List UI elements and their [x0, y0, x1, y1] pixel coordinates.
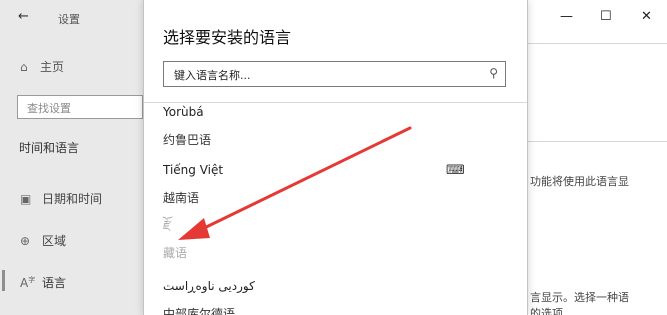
active-indicator — [2, 270, 5, 291]
language-native-name: Yorùbá — [163, 105, 204, 119]
home-icon: ⌂ — [20, 59, 28, 74]
sidebar-item-label: 主页 — [40, 60, 65, 74]
back-arrow-icon[interactable]: ← — [18, 9, 29, 24]
close-button[interactable]: ✕ — [641, 9, 652, 24]
sidebar-item-label: 日期和时间 — [42, 192, 103, 206]
speech-feature-icon: ⌨ — [446, 163, 465, 178]
divider — [528, 43, 667, 44]
sidebar-item-home[interactable]: ⌂ 主页 — [20, 58, 64, 75]
language-localized-name: 越南语 — [163, 191, 200, 205]
divider — [528, 141, 667, 142]
language-icon: A字 — [20, 276, 36, 290]
language-native-name: کوردیی ناوەڕاست — [163, 279, 255, 293]
main-partial-text: 功能将使用此语言显 — [530, 175, 629, 188]
language-native-name: རྫོ — [163, 218, 172, 232]
minimize-button[interactable]: — — [560, 9, 573, 24]
sidebar-item-language[interactable]: A字 语言 — [20, 274, 66, 291]
main-partial-text: 言显示。选择一种语 — [530, 291, 629, 304]
divider — [144, 102, 527, 103]
dialog-title: 选择要安装的语言 — [163, 28, 292, 47]
sidebar-item-label: 语言 — [42, 276, 67, 290]
main-partial-text: 的选项 — [530, 307, 563, 315]
search-icon[interactable]: ⚲ — [489, 66, 498, 80]
search-placeholder: 键入语言名称... — [174, 69, 251, 82]
language-item-yoruba[interactable]: Yorùbá 约鲁巴语 — [163, 104, 211, 148]
language-localized-name: 藏语 — [163, 246, 188, 260]
sidebar-section-title: 时间和语言 — [19, 141, 80, 155]
language-item-vietnamese[interactable]: Tiếng Việt 越南语 — [163, 162, 223, 206]
language-native-name: Tiếng Việt — [163, 163, 224, 177]
sidebar-item-date-time[interactable]: ▣ 日期和时间 — [20, 190, 102, 207]
region-icon: ⊕ — [20, 233, 31, 248]
add-language-dialog: 选择要安装的语言 键入语言名称... ⚲ Yorùbá 约鲁巴语 Tiếng V… — [143, 0, 528, 315]
window-title: 设置 — [58, 13, 80, 26]
maximize-button[interactable]: ☐ — [600, 9, 612, 24]
sidebar-item-region[interactable]: ⊕ 区域 — [20, 232, 66, 249]
settings-search-input[interactable]: 查找设置 — [17, 95, 143, 119]
main-content — [528, 0, 667, 315]
language-localized-name: 中部库尔德语 — [163, 307, 236, 315]
calendar-icon: ▣ — [20, 191, 32, 206]
language-search-input[interactable]: 键入语言名称... ⚲ — [163, 61, 506, 87]
language-item-tibetan: རྫོ 藏语 — [163, 217, 187, 261]
language-localized-name: 约鲁巴语 — [163, 133, 212, 147]
sidebar — [0, 0, 143, 315]
sidebar-item-label: 区域 — [42, 234, 67, 248]
language-item-central-kurdish[interactable]: کوردیی ناوەڕاست 中部库尔德语 — [163, 278, 255, 315]
